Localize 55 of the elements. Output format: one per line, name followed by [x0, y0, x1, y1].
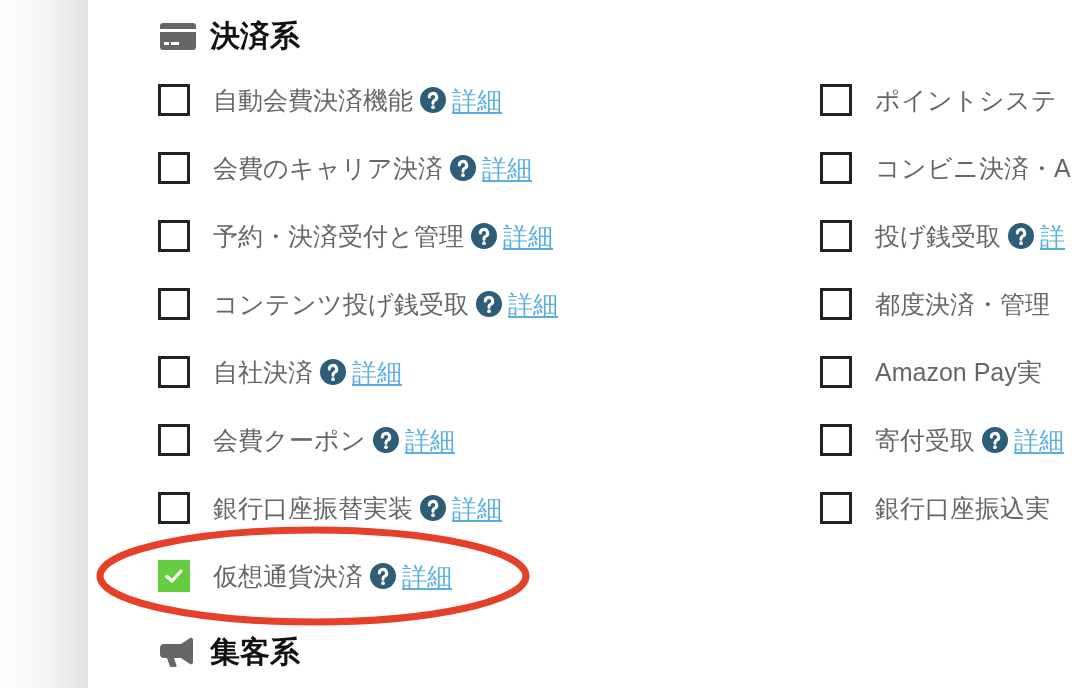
megaphone-icon: [160, 637, 196, 667]
checkbox[interactable]: [158, 492, 190, 524]
section-heading: 決済系: [210, 18, 300, 54]
help-icon[interactable]: [370, 563, 396, 589]
details-link[interactable]: 詳細: [405, 424, 455, 456]
checkbox[interactable]: [820, 84, 852, 116]
option-label: 寄付受取: [875, 425, 975, 456]
checkbox[interactable]: [820, 288, 852, 320]
option-label: コンビニ決済・A: [875, 153, 1071, 184]
option-label: 自社決済: [213, 357, 313, 388]
help-icon[interactable]: [982, 427, 1008, 453]
option-label: 仮想通貨決済: [213, 561, 363, 592]
help-icon[interactable]: [420, 495, 446, 521]
option-label: 予約・決済受付と管理: [213, 221, 464, 252]
check-icon: [165, 569, 183, 583]
credit-card-icon: [160, 22, 196, 50]
details-link[interactable]: 詳細: [1014, 424, 1064, 456]
checkbox[interactable]: [158, 560, 190, 592]
checkbox[interactable]: [820, 424, 852, 456]
details-link[interactable]: 詳細: [503, 220, 553, 252]
checkbox[interactable]: [158, 424, 190, 456]
checkbox[interactable]: [158, 84, 190, 116]
details-link[interactable]: 詳細: [452, 492, 502, 524]
help-icon[interactable]: [476, 291, 502, 317]
help-icon[interactable]: [450, 155, 476, 181]
checkbox[interactable]: [820, 152, 852, 184]
help-icon[interactable]: [373, 427, 399, 453]
help-icon[interactable]: [471, 223, 497, 249]
option-label: 銀行口座振込実: [875, 493, 1050, 524]
option-label: ポイントシステ: [875, 85, 1057, 116]
checkbox[interactable]: [820, 356, 852, 388]
details-link[interactable]: 詳細: [508, 288, 558, 320]
option-label: 自動会費決済機能: [213, 85, 413, 116]
checkbox[interactable]: [820, 492, 852, 524]
option-label: 会費のキャリア決済: [213, 153, 443, 184]
checkbox[interactable]: [158, 288, 190, 320]
details-link[interactable]: 詳細: [452, 84, 502, 116]
help-icon[interactable]: [1008, 223, 1034, 249]
details-link[interactable]: 詳細: [482, 152, 532, 184]
help-icon[interactable]: [420, 87, 446, 113]
option-label: コンテンツ投げ銭受取: [213, 289, 469, 320]
details-link[interactable]: 詳: [1040, 220, 1065, 252]
option-label: 会費クーポン: [213, 425, 366, 456]
details-link[interactable]: 詳細: [402, 560, 452, 592]
checkbox[interactable]: [158, 356, 190, 388]
checkbox[interactable]: [158, 152, 190, 184]
help-icon[interactable]: [320, 359, 346, 385]
option-label: 都度決済・管理: [875, 289, 1050, 320]
option-label: 投げ銭受取: [875, 221, 1001, 252]
checkbox[interactable]: [820, 220, 852, 252]
option-label: Amazon Pay実: [875, 357, 1042, 388]
option-label: 銀行口座振替実装: [213, 493, 413, 524]
details-link[interactable]: 詳細: [352, 356, 402, 388]
section-heading: 集客系: [210, 634, 300, 670]
checkbox[interactable]: [158, 220, 190, 252]
